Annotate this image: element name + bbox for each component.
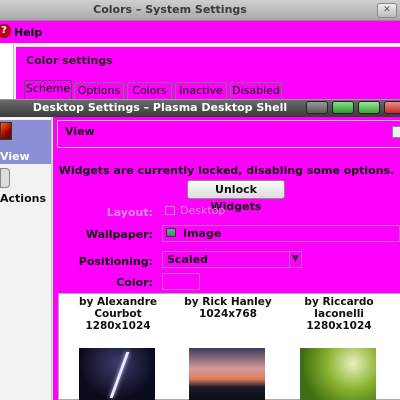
tab-inactive[interactable]: Inactive (175, 82, 227, 99)
sidebar-item-actions[interactable]: Actions (0, 192, 46, 205)
positioning-select[interactable]: Scaled (162, 251, 290, 268)
wallpaper-size: 1024x768 (199, 308, 257, 320)
back-window-title: Colors – System Settings (93, 3, 247, 16)
wallpaper-thumbnail-lightning[interactable] (79, 348, 155, 400)
close-icon[interactable] (384, 101, 400, 114)
tab-disabled[interactable]: Disabled (230, 82, 282, 99)
close-icon[interactable]: ✕ (377, 3, 397, 18)
locked-message: Widgets are currently locked, disabling … (58, 164, 395, 177)
wallpaper-thumbnail-green[interactable] (300, 348, 376, 400)
wallpaper-label: Wallpaper: (85, 228, 153, 241)
wallpaper-author: by Alexandre (78, 296, 157, 308)
minimize-icon[interactable] (332, 101, 354, 114)
wallpaper-author: by Riccardo (304, 296, 374, 308)
wallpaper-author: by Rick Hanley (184, 296, 272, 308)
section-title: View (65, 125, 95, 138)
wallpaper-select[interactable]: Image (162, 225, 400, 242)
maximize-icon[interactable] (358, 101, 380, 114)
back-sidebar (0, 44, 14, 100)
wallpaper-item-caption[interactable]: by Alexandre Courbot 1280x1024 (63, 296, 173, 332)
desktop-icon (165, 206, 175, 215)
menu-help[interactable]: Help (14, 26, 42, 39)
front-window-title: Desktop Settings – Plasma Desktop Shell (32, 101, 288, 114)
wallpaper-author: Courbot (94, 308, 142, 320)
layout-select: Desktop (162, 203, 400, 220)
tab-options[interactable]: Options (74, 82, 124, 99)
color-label: Color: (116, 276, 153, 289)
wallpaper-size: 1280x1024 (85, 320, 151, 332)
help-icon[interactable] (306, 101, 328, 114)
section-header (57, 120, 400, 148)
layout-label: Layout: (106, 206, 153, 219)
color-settings-title: Color settings (26, 54, 113, 67)
sidebar-item-label: View (0, 150, 30, 163)
color-picker-button[interactable] (162, 273, 200, 290)
image-icon (166, 228, 176, 237)
wallpaper-item-caption[interactable]: by Rick Hanley 1024x768 (173, 296, 283, 320)
wallpaper-size: 1280x1024 (306, 320, 372, 332)
menubar (0, 21, 400, 43)
unlock-widgets-button[interactable]: Unlock Widgets (187, 180, 285, 213)
page-icon (392, 126, 400, 138)
wallpaper-author: Iaconelli (314, 308, 364, 320)
positioning-label: Positioning: (78, 255, 153, 268)
wallpaper-item-caption[interactable]: by Riccardo Iaconelli 1280x1024 (284, 296, 394, 332)
actions-icon (0, 168, 10, 188)
view-icon (0, 122, 12, 140)
tab-colors[interactable]: Colors (127, 82, 172, 99)
tab-scheme[interactable]: Scheme (24, 80, 72, 100)
wallpaper-thumbnail-sunset[interactable] (189, 348, 265, 400)
chevron-down-icon[interactable]: ▼ (290, 251, 302, 268)
